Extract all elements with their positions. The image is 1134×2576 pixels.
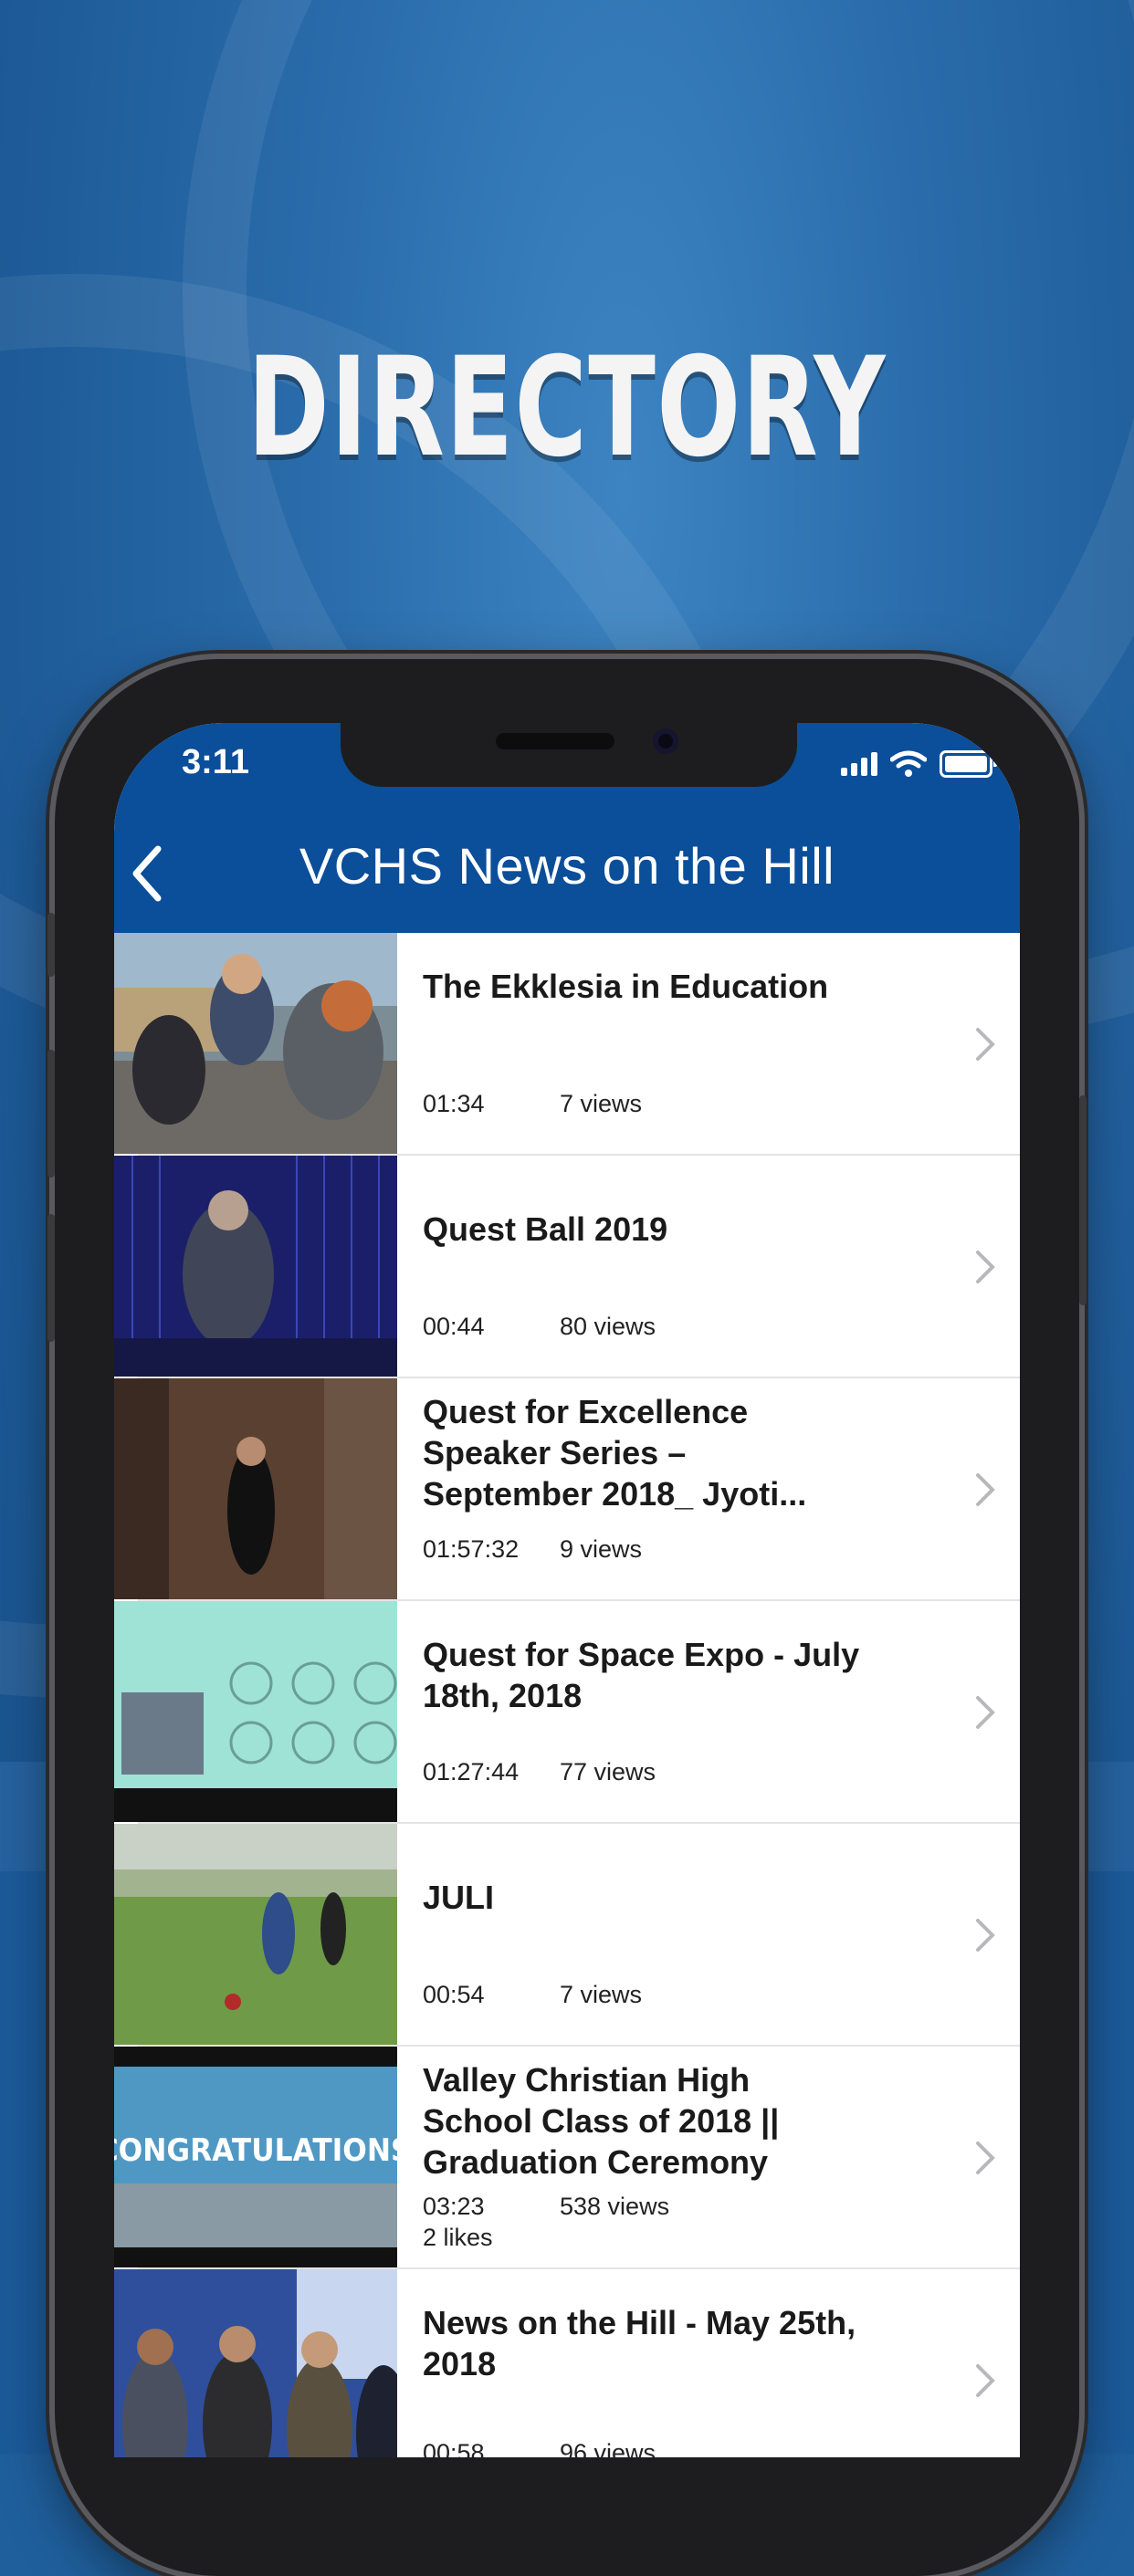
phone-mute-switch <box>47 913 55 977</box>
chevron-right-icon <box>976 1028 995 1061</box>
phone-notch <box>341 723 797 787</box>
video-views: 7 views <box>560 1981 643 2008</box>
video-views: 80 views <box>560 1313 656 1340</box>
nav-title: VCHS News on the Hill <box>299 837 835 895</box>
video-thumbnail <box>114 1378 397 1599</box>
video-thumbnail: CONGRATULATIONS <box>114 2047 397 2267</box>
chevron-right-icon <box>976 2364 995 2397</box>
video-title: The Ekklesia in Education <box>423 968 829 1005</box>
video-views: 538 views <box>560 2193 670 2220</box>
video-list-item[interactable]: The Ekklesia in Education 01:34 7 views <box>114 933 1020 1156</box>
video-title: News on the Hill - May 25th, 2018 <box>423 2304 856 2382</box>
video-duration: 03:23 <box>423 2193 485 2220</box>
video-meta: 01:27:44 77 views <box>423 1758 656 1786</box>
video-list-item[interactable]: News on the Hill - May 25th, 2018 00:58 … <box>114 2269 1020 2457</box>
video-views: 7 views <box>560 1090 643 1117</box>
video-title: Quest for Space Expo - July 18th, 2018 <box>423 1636 860 1714</box>
chevron-right-icon <box>976 1696 995 1729</box>
video-duration: 00:58 <box>423 2439 485 2457</box>
front-camera <box>653 728 678 754</box>
video-thumbnail <box>114 933 397 1154</box>
video-duration: 01:27:44 <box>423 1758 520 1785</box>
video-thumbnail <box>114 2269 397 2457</box>
video-list-item[interactable]: Quest for Space Expo - July 18th, 2018 0… <box>114 1601 1020 1824</box>
status-time: 3:11 <box>182 743 249 781</box>
video-duration: 01:57:32 <box>423 1535 520 1563</box>
status-icons <box>841 750 997 778</box>
app-screen: 3:11 VCHS News on the Hill The Ekklesia … <box>114 723 1020 2457</box>
chevron-right-icon <box>976 1919 995 1952</box>
video-meta: 03:23 538 views <box>423 2193 669 2221</box>
phone-volume-down <box>47 1214 55 1342</box>
video-title: JULI <box>423 1879 495 1916</box>
video-meta: 01:34 7 views <box>423 1090 642 1118</box>
video-meta: 00:44 80 views <box>423 1313 656 1341</box>
video-duration: 00:54 <box>423 1981 485 2008</box>
video-list-item[interactable]: Quest Ball 2019 00:44 80 views <box>114 1156 1020 1378</box>
video-title: Quest for Excellence Speaker Series – Se… <box>423 1393 807 1513</box>
video-list-item[interactable]: CONGRATULATIONS Valley Christian High Sc… <box>114 2047 1020 2269</box>
video-list-item[interactable]: JULI 00:54 7 views <box>114 1824 1020 2047</box>
video-title: Valley Christian High School Class of 20… <box>423 2061 780 2181</box>
video-meta: 01:57:32 9 views <box>423 1535 642 1564</box>
video-thumbnail <box>114 1824 397 2045</box>
video-likes: 2 likes <box>423 2224 493 2251</box>
video-duration: 01:34 <box>423 1090 485 1117</box>
video-views: 77 views <box>560 1758 656 1785</box>
video-views: 96 views <box>560 2439 656 2457</box>
video-thumbnail <box>114 1601 397 1822</box>
earpiece-speaker <box>496 733 614 749</box>
wifi-icon <box>890 750 927 777</box>
video-title: Quest Ball 2019 <box>423 1210 668 1248</box>
cellular-signal-icon <box>841 752 877 776</box>
back-button[interactable] <box>121 842 173 906</box>
video-views: 9 views <box>560 1535 643 1563</box>
video-meta: 00:54 7 views <box>423 1981 642 2009</box>
video-list-item[interactable]: Quest for Excellence Speaker Series – Se… <box>114 1378 1020 1601</box>
battery-icon <box>940 750 997 778</box>
phone-volume-up <box>47 1050 55 1178</box>
promo-headline: DIRECTORY <box>247 329 887 487</box>
thumbnail-caption: CONGRATULATIONS <box>114 2132 397 2169</box>
video-meta: 00:58 96 views <box>423 2439 656 2457</box>
chevron-right-icon <box>976 1473 995 1506</box>
chevron-right-icon <box>976 2141 995 2174</box>
video-duration: 00:44 <box>423 1313 485 1340</box>
phone-power-button <box>1079 1095 1087 1305</box>
video-list: The Ekklesia in Education 01:34 7 views <box>114 933 1020 2457</box>
chevron-right-icon <box>976 1251 995 1283</box>
video-thumbnail <box>114 1156 397 1377</box>
chevron-left-icon <box>132 845 162 902</box>
